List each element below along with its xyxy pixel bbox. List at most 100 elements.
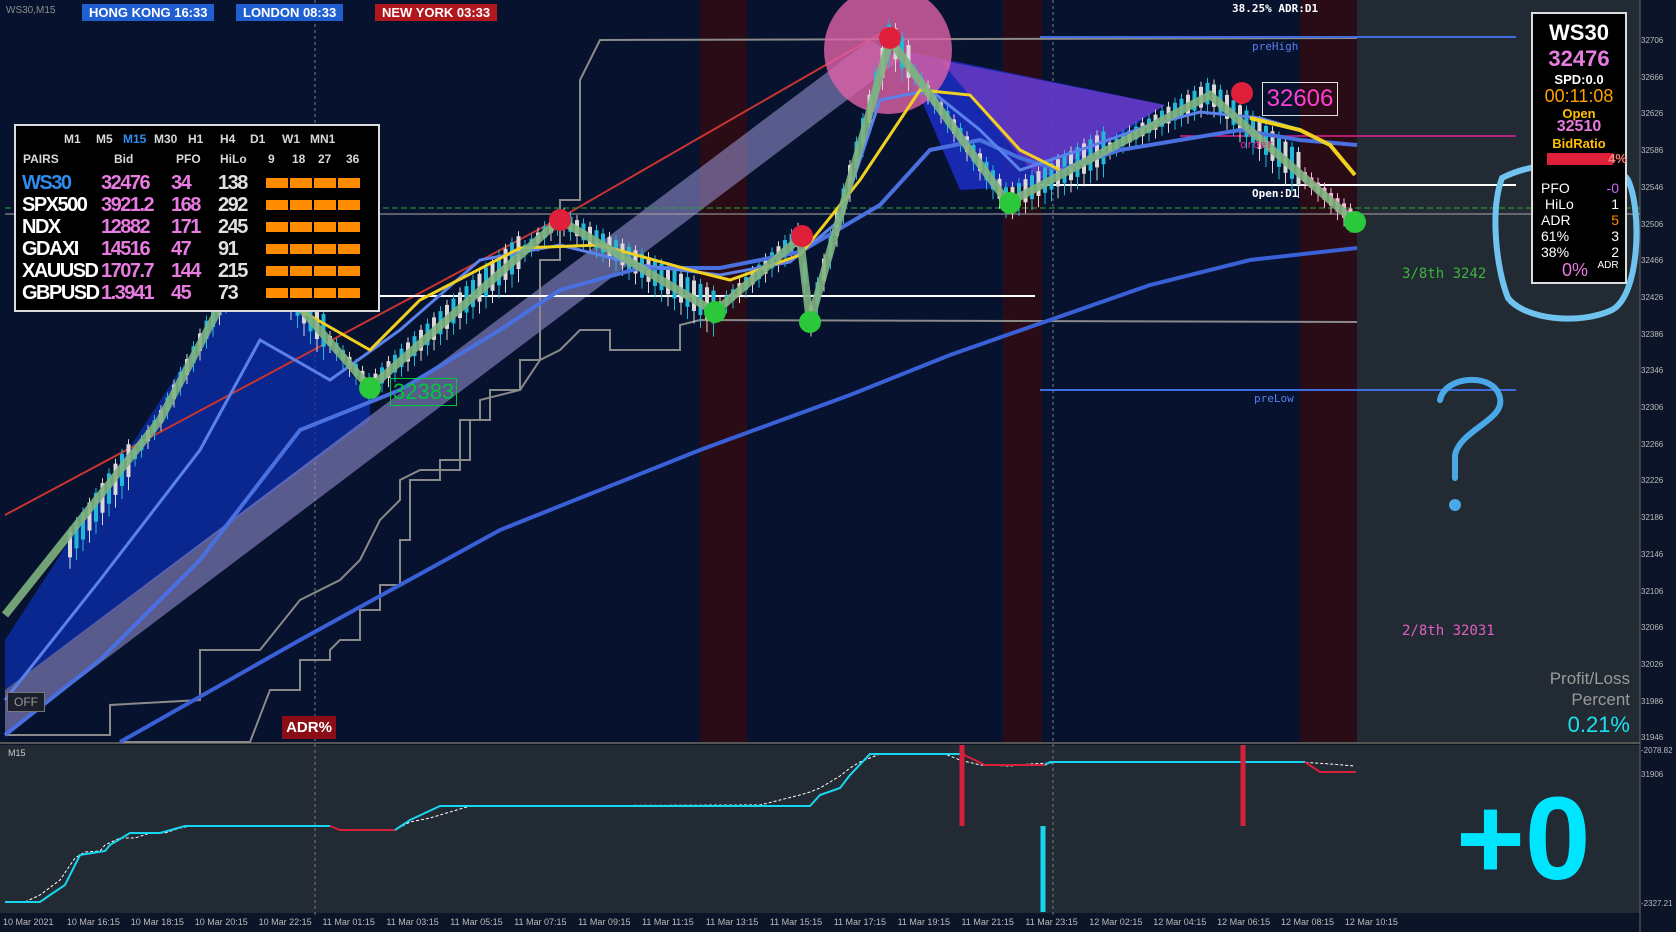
info-price: 32476 [1548, 46, 1610, 71]
tf-m1[interactable]: M1 [64, 132, 81, 146]
tf-d1[interactable]: D1 [250, 132, 265, 146]
info-symbol: WS30 [1549, 20, 1609, 45]
price-axis-label: 31946 [1641, 733, 1664, 743]
session-hongkong-label: HONG KONG 16:33 [89, 5, 208, 20]
price-axis-label: 32546 [1641, 182, 1664, 192]
bar-27 [314, 222, 336, 232]
pl-title-line1: Profit/Loss [1549, 669, 1630, 688]
time-axis-label: 12 Mar 06:15 [1217, 917, 1271, 927]
tf-mn1[interactable]: MN1 [310, 132, 335, 146]
bar-18 [290, 178, 312, 188]
time-axis-label: 12 Mar 10:15 [1344, 917, 1398, 927]
pair-bid: 14516 [101, 238, 151, 260]
time-axis-label: 11 Mar 03:15 [386, 917, 439, 927]
pair-hilo: 215 [218, 260, 248, 282]
time-axis-label: 12 Mar 04:15 [1153, 917, 1207, 927]
pair-row[interactable]: WS30 32476 34 138 [16, 172, 378, 194]
price-axis-label: 32706 [1641, 36, 1664, 45]
bar-9 [266, 222, 288, 232]
sub-axis-top: -2078.82 [1641, 746, 1673, 755]
bar-27 [314, 200, 336, 210]
stat-38-value: 2 [1611, 244, 1619, 260]
bar-18 [290, 244, 312, 254]
bar-9 [266, 178, 288, 188]
price-axis-label: 32426 [1641, 292, 1664, 302]
session-london: LONDON 08:33 [236, 4, 344, 21]
bar-36 [338, 266, 360, 276]
info-spread: SPD:0.0 [1554, 72, 1604, 87]
hdr-9: 9 [268, 152, 275, 166]
pairs-panel: M1 M5 M15 M30 H1 H4 D1 W1 MN1 PAIRS Bid … [14, 124, 380, 312]
pair-pfo: 47 [171, 238, 192, 260]
pair-row[interactable]: GDAXI 14516 47 91 [16, 238, 378, 260]
price-axis-label: 32386 [1641, 329, 1664, 339]
price-axis-label: 32666 [1641, 72, 1664, 82]
bar-27 [314, 266, 336, 276]
profit-loss-value: 0.21% [1567, 712, 1630, 737]
bar-9 [266, 244, 288, 254]
bar-18 [290, 222, 312, 232]
sub-axis-bottom: -2327.21 [1641, 899, 1673, 908]
stat-adr-value: 5 [1611, 212, 1619, 228]
time-axis-label: 10 Mar 2021 [3, 917, 54, 927]
pair-name: WS30 [22, 172, 72, 194]
pair-hilo: 292 [218, 194, 248, 216]
price-axis-label: 32466 [1641, 256, 1664, 266]
hdr-36: 36 [346, 152, 360, 166]
price-axis-label: 32506 [1641, 219, 1664, 229]
low-price-tag: 32383 [390, 378, 458, 406]
bar-36 [338, 200, 360, 210]
pair-hilo: 73 [218, 282, 239, 304]
tf-w1[interactable]: W1 [282, 132, 300, 146]
time-axis-label: 11 Mar 17:15 [833, 917, 887, 927]
time-axis-label: 12 Mar 02:15 [1089, 917, 1143, 927]
pair-bid: 12882 [101, 216, 151, 238]
pair-row[interactable]: GBPUSD 1.3941 45 73 [16, 282, 378, 304]
pair-name: GBPUSD [22, 282, 100, 304]
pair-name: XAUUSD [22, 260, 99, 282]
symbol-label: WS30,M15 [6, 5, 56, 16]
time-axis-label: 11 Mar 11:15 [642, 917, 694, 927]
tf-m30[interactable]: M30 [154, 132, 177, 146]
pair-row[interactable]: XAUUSD 1707.7 144 215 [16, 260, 378, 282]
adr-percent-button[interactable]: ADR% [282, 716, 336, 739]
time-axis-label: 10 Mar 20:15 [194, 917, 248, 927]
time-axis-label: 11 Mar 07:15 [514, 917, 567, 927]
session-hongkong: HONG KONG 16:33 [82, 4, 215, 21]
info-adr-small: ADR [1597, 260, 1619, 271]
pair-bid: 1.3941 [101, 282, 155, 304]
info-bidratio-value: 4% [1608, 151, 1627, 166]
profit-loss-title: Profit/Loss Percent [1520, 668, 1630, 710]
pair-hilo: 91 [218, 238, 239, 260]
pair-name: SPX500 [22, 194, 88, 216]
tf-h4[interactable]: H4 [220, 132, 235, 146]
price-axis-label: 31986 [1641, 696, 1664, 706]
pair-row[interactable]: NDX 12882 171 245 [16, 216, 378, 238]
hdr-18: 18 [292, 152, 306, 166]
bar-18 [290, 266, 312, 276]
pair-bid: 3921.2 [101, 194, 155, 216]
time-axis-label: 10 Mar 18:15 [130, 917, 184, 927]
pair-hilo: 138 [218, 172, 248, 194]
info-timer: 00:11:08 [1544, 86, 1614, 106]
off-button[interactable]: OFF [7, 692, 45, 712]
pair-hilo: 245 [218, 216, 248, 238]
session-newyork-label: NEW YORK 03:33 [382, 5, 491, 20]
bar-18 [290, 200, 312, 210]
bar-27 [314, 178, 336, 188]
price-axis-label: 32186 [1641, 513, 1664, 523]
session-london-label: LONDON 08:33 [243, 5, 337, 20]
eighth-2-label: 2/8th 32031 [1402, 623, 1495, 639]
price-axis-label: 32226 [1641, 476, 1664, 486]
tf-m15[interactable]: M15 [123, 132, 146, 146]
tf-m5[interactable]: M5 [96, 132, 113, 146]
time-axis-label: 11 Mar 05:15 [450, 917, 503, 927]
pair-bid: 1707.7 [101, 260, 155, 282]
bar-36 [338, 222, 360, 232]
big-value: +0 [1456, 773, 1591, 905]
hdr-27: 27 [318, 152, 332, 166]
tf-h1[interactable]: H1 [188, 132, 203, 146]
price-axis-label: 32306 [1641, 403, 1664, 412]
pair-row[interactable]: SPX500 3921.2 168 292 [16, 194, 378, 216]
stat-61-value: 3 [1611, 228, 1619, 244]
